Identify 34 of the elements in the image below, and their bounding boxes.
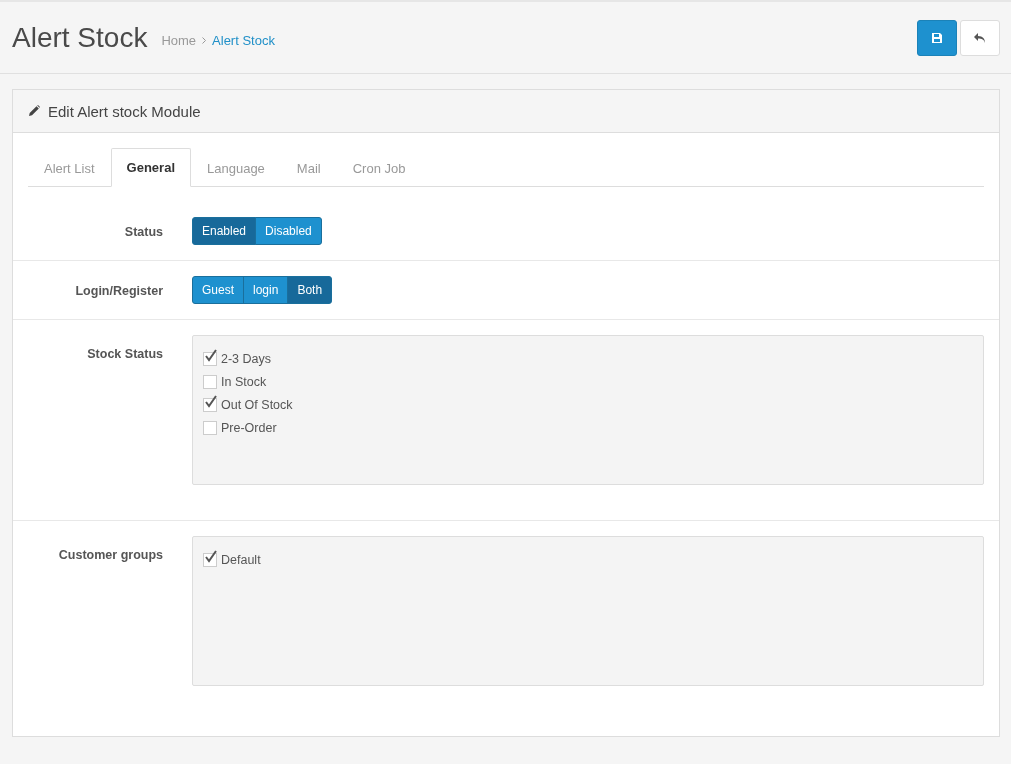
checkbox-label: In Stock	[221, 375, 267, 389]
tab[interactable]: Language	[191, 148, 281, 187]
page-title: Alert Stock	[12, 21, 148, 54]
checkbox-label: Default	[221, 553, 261, 567]
save-button[interactable]	[917, 19, 957, 56]
toggle-option[interactable]: login	[243, 276, 289, 304]
tab[interactable]: General	[110, 148, 191, 187]
chevron-icon	[202, 37, 207, 44]
tab[interactable]: Cron Job	[336, 148, 422, 187]
breadcrumb-link[interactable]: Home	[161, 33, 197, 48]
pencil-icon	[28, 105, 40, 117]
checkbox-label: 2-3 Days	[221, 352, 272, 366]
toggle-option[interactable]: Guest	[192, 276, 244, 304]
checkbox[interactable]	[203, 398, 217, 412]
tab[interactable]: Alert List	[28, 148, 111, 187]
field-label: Stock Status	[86, 346, 163, 363]
toggle-option[interactable]: Enabled	[192, 217, 257, 245]
field-label: Status	[123, 224, 163, 241]
save-icon	[931, 31, 943, 44]
field-label: Login/Register	[74, 283, 163, 300]
checkbox[interactable]	[203, 553, 217, 567]
panel-title: Edit Alert stock Module	[48, 102, 201, 120]
breadcrumb-link[interactable]: Alert Stock	[212, 33, 275, 48]
checkbox[interactable]	[203, 352, 217, 366]
back-button[interactable]	[960, 19, 1000, 56]
checkbox-label: Out Of Stock	[221, 398, 293, 412]
back-arrow-icon	[973, 31, 987, 44]
field-label: Customer groups	[57, 547, 163, 564]
checkbox[interactable]	[203, 421, 217, 435]
checkbox-label: Pre-Order	[221, 421, 277, 435]
toggle-option[interactable]: Both	[287, 276, 333, 304]
toggle-option[interactable]: Disabled	[255, 217, 322, 245]
checkbox[interactable]	[203, 375, 217, 389]
tab[interactable]: Mail	[280, 148, 337, 187]
